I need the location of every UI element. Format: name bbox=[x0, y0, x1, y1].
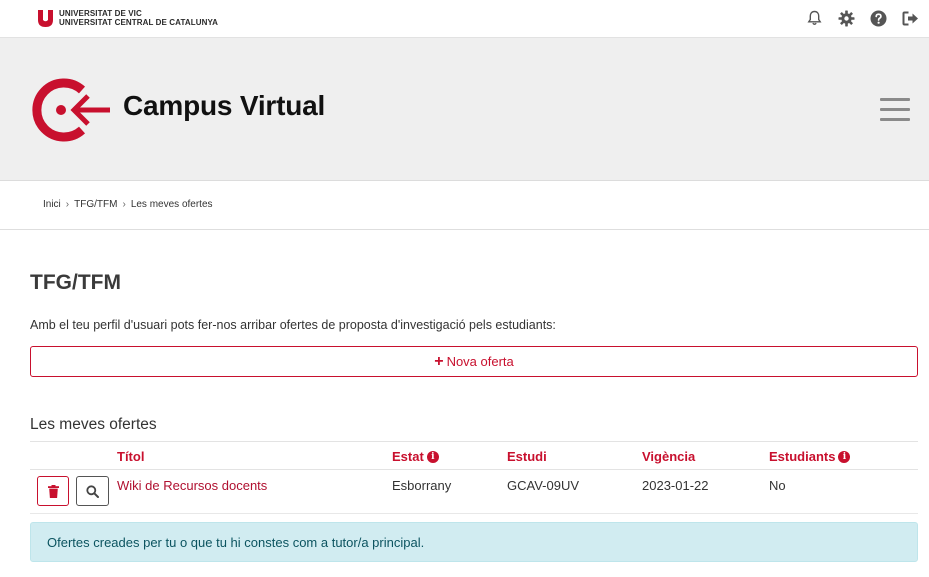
column-header-students[interactable]: Estudiants i bbox=[769, 449, 851, 464]
column-header-students-label: Estudiants bbox=[769, 449, 836, 464]
bell-icon[interactable] bbox=[805, 9, 823, 27]
offer-study: GCAV-09UV bbox=[507, 478, 580, 493]
campus-virtual-title: Campus Virtual bbox=[123, 90, 326, 121]
column-header-validity[interactable]: Vigència bbox=[642, 449, 695, 464]
offer-status: Esborrany bbox=[392, 478, 452, 493]
university-name-line1: UNIVERSITAT DE VIC bbox=[59, 9, 142, 18]
gear-icon[interactable] bbox=[837, 9, 855, 27]
university-logo[interactable]: UNIVERSITAT DE VIC UNIVERSITAT CENTRAL D… bbox=[38, 9, 218, 27]
logout-icon[interactable] bbox=[901, 9, 919, 27]
info-icon[interactable]: i bbox=[838, 450, 851, 463]
view-button[interactable] bbox=[76, 476, 109, 506]
university-name: UNIVERSITAT DE VIC UNIVERSITAT CENTRAL D… bbox=[59, 9, 218, 27]
campus-virtual-logo-icon[interactable] bbox=[30, 78, 114, 142]
offer-validity: 2023-01-22 bbox=[642, 478, 709, 493]
top-icons bbox=[805, 9, 919, 27]
university-logo-mark bbox=[38, 9, 53, 27]
hamburger-line bbox=[880, 118, 910, 121]
university-name-line2: UNIVERSITAT CENTRAL DE CATALUNYA bbox=[59, 18, 219, 27]
breadcrumb-separator: › bbox=[65, 199, 70, 210]
hamburger-line bbox=[880, 98, 910, 101]
new-offer-button[interactable]: + Nova oferta bbox=[30, 346, 918, 377]
breadcrumb-separator: › bbox=[122, 199, 126, 210]
page-title: TFG/TFM bbox=[30, 271, 121, 294]
campus-header: Campus Virtual bbox=[0, 38, 929, 181]
info-alert: Ofertes creades per tu o que tu hi const… bbox=[30, 522, 918, 562]
help-icon[interactable] bbox=[869, 9, 887, 27]
column-header-status[interactable]: Estat i bbox=[392, 449, 439, 464]
intro-text: Amb el teu perfil d'usuari pots fer-nos … bbox=[30, 318, 556, 332]
new-offer-label: Nova oferta bbox=[446, 354, 514, 369]
column-header-status-label: Estat bbox=[392, 449, 424, 464]
section-title: Les meves ofertes bbox=[30, 416, 157, 433]
table-header: Títol Estat i Estudi Vigència Estudiants… bbox=[30, 441, 918, 470]
info-alert-text: Ofertes creades per tu o que tu hi const… bbox=[47, 534, 425, 550]
column-header-title[interactable]: Títol bbox=[117, 449, 144, 464]
menu-hamburger-icon[interactable] bbox=[880, 98, 910, 122]
breadcrumb-item-tfg-tfm[interactable]: TFG/TFM bbox=[74, 199, 117, 210]
column-header-study-label: Estudi bbox=[507, 449, 547, 464]
column-header-study[interactable]: Estudi bbox=[507, 449, 547, 464]
top-bar: UNIVERSITAT DE VIC UNIVERSITAT CENTRAL D… bbox=[0, 0, 929, 38]
offer-title-link[interactable]: Wiki de Recursos docents bbox=[117, 478, 267, 493]
breadcrumb-divider bbox=[0, 229, 929, 230]
breadcrumb: Inici › TFG/TFM › Les meves ofertes bbox=[43, 199, 213, 210]
offer-students: No bbox=[769, 478, 786, 493]
column-header-title-label: Títol bbox=[117, 449, 145, 464]
search-icon bbox=[86, 484, 99, 498]
table-row: Wiki de Recursos docents Esborrany GCAV-… bbox=[30, 470, 918, 514]
breadcrumb-item-current: Les meves ofertes bbox=[130, 199, 213, 210]
breadcrumb-item-inici[interactable]: Inici bbox=[43, 199, 61, 210]
trash-icon bbox=[47, 484, 59, 498]
info-icon[interactable]: i bbox=[426, 450, 439, 463]
column-header-validity-label: Vigència bbox=[642, 449, 696, 464]
hamburger-line bbox=[880, 108, 910, 111]
plus-icon: + bbox=[434, 352, 444, 370]
delete-button[interactable] bbox=[37, 476, 69, 506]
offers-table: Títol Estat i Estudi Vigència Estudiants… bbox=[30, 441, 918, 514]
